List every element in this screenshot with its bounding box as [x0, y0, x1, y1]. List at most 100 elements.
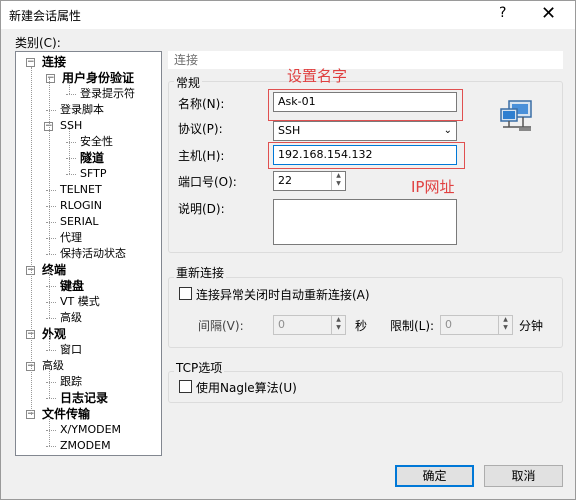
- tree-item-label: 终端: [42, 263, 67, 277]
- tree-connector: [31, 67, 32, 415]
- tree-item[interactable]: SERIAL: [58, 214, 100, 230]
- tree-item-label: 连接: [42, 55, 67, 69]
- tree-item[interactable]: 终端: [40, 262, 68, 278]
- ip-annotation-box: [268, 142, 465, 169]
- tree-item[interactable]: 键盘: [58, 278, 86, 294]
- tree-item[interactable]: 安全性: [78, 134, 115, 150]
- spin-arrows-icon[interactable]: ▲ ▼: [331, 316, 345, 334]
- port-value: 22: [278, 174, 292, 187]
- tree-item-label: 登录提示符: [80, 87, 135, 100]
- name-label: 名称(N):: [178, 97, 225, 111]
- tree-item[interactable]: 登录脚本: [58, 102, 106, 118]
- tree-item[interactable]: 登录提示符: [78, 86, 137, 102]
- tree-connector: [46, 110, 56, 111]
- tree-item-label: 保持活动状态: [60, 247, 126, 260]
- tree-item[interactable]: SSH: [58, 118, 84, 134]
- tree-item-label: SSH: [60, 119, 83, 132]
- tree-item-label: 高级: [60, 311, 82, 324]
- tree-item[interactable]: 保持活动状态: [58, 246, 128, 262]
- limit-stepper[interactable]: 0 ▲ ▼: [440, 315, 513, 335]
- tree-item-label: TELNET: [60, 183, 102, 196]
- tree-item-label: 用户身份验证: [62, 71, 135, 85]
- tree-connector: [66, 142, 76, 143]
- interval-stepper[interactable]: 0 ▲ ▼: [273, 315, 346, 335]
- tree-connector: [46, 430, 56, 431]
- chevron-down-icon: ⌄: [443, 125, 452, 136]
- tree-item[interactable]: 隧道: [78, 150, 106, 166]
- protocol-value: SSH: [278, 124, 301, 137]
- interval-unit: 秒: [355, 319, 368, 333]
- network-computer-icon: [500, 100, 532, 131]
- category-label: 类别(C):: [15, 36, 61, 50]
- host-label: 主机(H):: [178, 149, 225, 163]
- tree-connector: [46, 382, 56, 383]
- ok-button[interactable]: 确定: [395, 465, 474, 487]
- tree-item[interactable]: 代理: [58, 230, 84, 246]
- tree-item-label: ZMODEM: [60, 439, 111, 452]
- tree-item-label: 日志记录: [60, 391, 109, 405]
- tcp-group-title: TCP选项: [174, 359, 225, 376]
- name-annotation: 设置名字: [287, 67, 348, 85]
- tree-connector: [46, 222, 56, 223]
- tree-connector: [49, 414, 50, 446]
- cancel-button[interactable]: 取消: [484, 465, 563, 487]
- description-field[interactable]: [273, 199, 457, 245]
- nagle-label: 使用Nagle算法(U): [196, 381, 297, 395]
- interval-value: 0: [278, 318, 285, 331]
- tree-item[interactable]: 日志记录: [58, 390, 110, 406]
- tree-connector: [46, 254, 56, 255]
- spin-arrows-icon[interactable]: ▲ ▼: [498, 316, 512, 334]
- tree-connector: [46, 238, 56, 239]
- close-button[interactable]: ✕: [541, 3, 556, 24]
- tree-item[interactable]: TELNET: [58, 182, 104, 198]
- tree-connector: [69, 79, 70, 94]
- category-tree[interactable]: 连接 − 用户身份验证 − 登录提示符 登录脚本 SSH − 安全性 隧道 SFTP TELNET RL…: [15, 51, 162, 456]
- tree-item[interactable]: 用户身份验证: [60, 70, 136, 86]
- protocol-select[interactable]: SSH ⌄: [273, 121, 457, 141]
- collapse-icon[interactable]: −: [46, 74, 55, 83]
- tree-item-label: RLOGIN: [60, 199, 103, 212]
- collapse-icon[interactable]: −: [26, 58, 35, 67]
- tree-item[interactable]: 窗口: [58, 342, 84, 358]
- tree-item[interactable]: RLOGIN: [58, 198, 104, 214]
- tree-connector: [46, 286, 56, 287]
- auto-reconnect-label: 连接异常关闭时自动重新连接(A): [196, 288, 370, 302]
- tree-item[interactable]: SFTP: [78, 166, 108, 182]
- tree-item[interactable]: 高级: [58, 310, 84, 326]
- tree-item[interactable]: 跟踪: [58, 374, 84, 390]
- tree-item-label: 安全性: [80, 135, 113, 148]
- tree-item-label: 外观: [42, 327, 67, 341]
- tree-item[interactable]: X/YMODEM: [58, 422, 123, 438]
- tree-connector: [46, 446, 56, 447]
- tree-item[interactable]: VT 模式: [58, 294, 102, 310]
- interval-label: 间隔(V):: [198, 319, 244, 333]
- tree-item-label: 隧道: [80, 151, 105, 165]
- protocol-label: 协议(P):: [178, 122, 223, 136]
- auto-reconnect-checkbox[interactable]: [179, 287, 192, 300]
- tree-connector: [69, 127, 70, 174]
- tree-item-label: X/YMODEM: [60, 423, 122, 436]
- port-label: 端口号(O):: [178, 175, 237, 189]
- title-bar: 新建会话属性 ? ✕: [1, 1, 575, 29]
- reconnect-group-title: 重新连接: [174, 264, 227, 281]
- port-stepper[interactable]: 22 ▲ ▼: [273, 171, 346, 191]
- tree-connector: [49, 366, 50, 398]
- help-button[interactable]: ?: [499, 5, 506, 21]
- session-properties-dialog: 新建会话属性 ? ✕ 类别(C): 连接 − 用户身份验证 − 登录提示符 登录脚本 SSH…: [0, 0, 576, 500]
- spin-arrows-icon[interactable]: ▲ ▼: [331, 172, 345, 190]
- tree-connector: [46, 302, 56, 303]
- window-title: 新建会话属性: [9, 9, 82, 23]
- section-header: 连接: [168, 51, 563, 69]
- nagle-checkbox[interactable]: [179, 380, 192, 393]
- general-group-title: 常规: [174, 74, 203, 91]
- tree-connector: [46, 318, 56, 319]
- tree-item[interactable]: ZMODEM: [58, 438, 113, 454]
- tree-item[interactable]: 外观: [40, 326, 68, 342]
- tree-connector: [66, 174, 76, 175]
- tree-connector: [66, 94, 76, 95]
- tree-item-label: 键盘: [60, 279, 85, 293]
- tree-item[interactable]: 文件传输: [40, 406, 92, 422]
- tree-connector: [46, 190, 56, 191]
- tree-item[interactable]: 高级: [40, 358, 66, 374]
- tree-item[interactable]: 连接: [40, 54, 68, 70]
